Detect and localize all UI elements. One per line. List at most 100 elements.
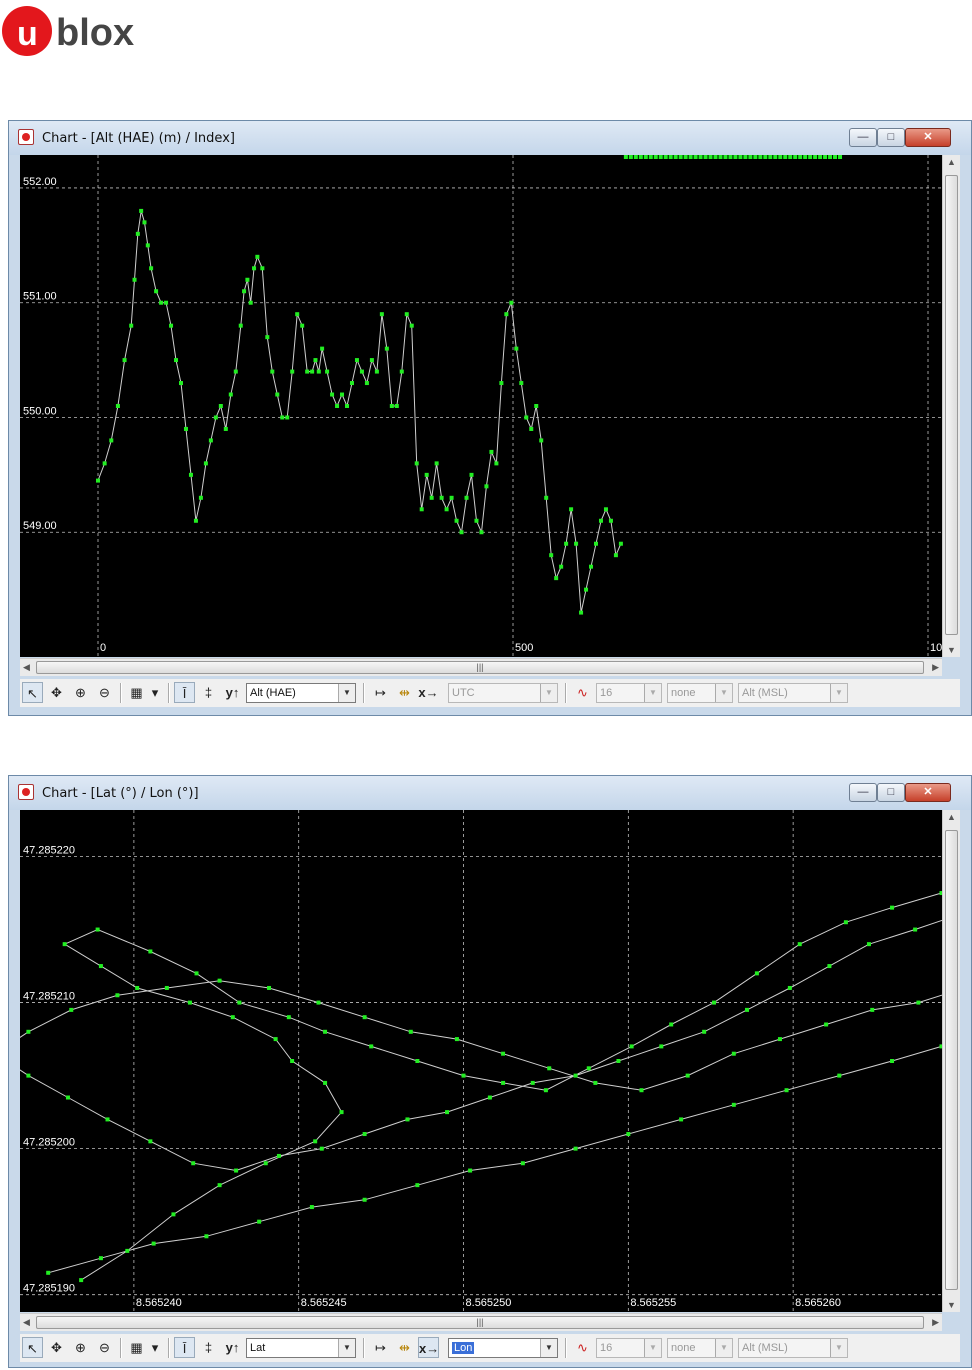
data-point [504,312,509,317]
zoom-out-icon[interactable]: ⊖ [94,682,115,703]
data-point [340,392,345,397]
data-point [339,1110,344,1115]
scroll-thumb[interactable] [945,175,958,635]
data-point [305,369,310,374]
scroll-thumb[interactable]: ||| [36,661,924,674]
pointer-icon[interactable]: ↖ [22,1337,43,1358]
scroll-down-icon[interactable]: ▼ [947,645,956,655]
maximize-button[interactable]: □ [877,783,905,802]
chevron-down-icon[interactable]: ▾ [148,682,162,703]
y-axis-icon[interactable]: y↑ [222,682,243,703]
app-icon[interactable] [18,784,34,800]
x-scale-icon[interactable]: ↦ [370,682,391,703]
close-button[interactable]: ✕ [905,128,951,147]
chevron-down-icon[interactable]: ▾ [148,1337,162,1358]
data-point [409,323,414,328]
vertical-scrollbar[interactable]: ▲ ▼ [942,155,960,657]
points-select[interactable]: 16 ▼ [596,683,662,703]
second-channel-select[interactable]: Alt (MSL) ▼ [738,1338,848,1358]
x-marker-icon[interactable]: ⇹ [394,1337,415,1358]
dropdown-arrow-icon[interactable]: ▼ [338,684,355,702]
y-channel-select[interactable]: Lat ▼ [246,1338,356,1358]
data-point [449,495,454,500]
y-marker-icon[interactable]: ‡ [198,682,219,703]
data-point [183,426,188,431]
chart-plot-area[interactable]: 552.00 551.00 550.00 549.00 0 500 1000 [20,155,942,657]
data-point [890,1059,895,1063]
y-channel-select[interactable]: Alt (HAE) ▼ [246,683,356,703]
y-axis-icon[interactable]: y↑ [222,1337,243,1358]
x-marker-icon[interactable]: ⇹ [394,682,415,703]
points-select[interactable]: 16 ▼ [596,1338,662,1358]
minimize-button[interactable]: — [849,783,877,802]
pan-icon[interactable]: ✥ [46,682,67,703]
dropdown-arrow-icon[interactable]: ▼ [715,1339,732,1357]
vertical-scrollbar[interactable]: ▲ ▼ [942,810,960,1312]
dropdown-arrow-icon[interactable]: ▼ [644,684,661,702]
dropdown-arrow-icon[interactable]: ▼ [338,1339,355,1357]
data-point [405,1117,410,1122]
data-point [429,495,434,500]
x-scale-icon[interactable]: ↦ [370,1337,391,1358]
x-axis-icon[interactable]: x→ [418,1337,439,1358]
app-icon[interactable] [18,129,34,145]
x-axis-icon[interactable]: x→ [418,682,439,703]
data-point [603,507,608,512]
second-channel-select[interactable]: Alt (MSL) ▼ [738,683,848,703]
filter-select[interactable]: none ▼ [667,1338,733,1358]
data-point [275,392,280,397]
filter-select[interactable]: none ▼ [667,683,733,703]
data-point [529,426,534,431]
y-marker-icon[interactable]: ‡ [198,1337,219,1358]
data-point [233,369,238,374]
data-point [833,155,838,159]
horizontal-scrollbar[interactable]: ◀ ||| ▶ [20,1313,942,1331]
scroll-right-icon[interactable]: ▶ [932,1317,939,1328]
y-scale-icon[interactable]: Ī [174,682,195,703]
properties-icon[interactable]: ▦ [126,682,147,703]
chart-plot-area[interactable]: 47.285220 47.285210 47.285200 47.285190 8.56… [20,810,942,1312]
data-point [69,1007,74,1012]
data-point [773,155,778,159]
scroll-right-icon[interactable]: ▶ [932,662,939,673]
zoom-out-icon[interactable]: ⊖ [94,1337,115,1358]
data-point [26,1029,31,1034]
scroll-thumb[interactable] [945,830,958,1290]
dropdown-arrow-icon[interactable]: ▼ [644,1339,661,1357]
autoscale-icon[interactable]: ∿ [572,1337,593,1358]
horizontal-scrollbar[interactable]: ◀ ||| ▶ [20,658,942,676]
dropdown-arrow-icon[interactable]: ▼ [715,684,732,702]
autoscale-icon[interactable]: ∿ [572,682,593,703]
close-button[interactable]: ✕ [905,783,951,802]
scroll-down-icon[interactable]: ▼ [947,1300,956,1310]
data-point [228,392,233,397]
title-bar[interactable]: Chart - [Lat (°) / Lon (°)] — □ ✕ [9,776,971,810]
zoom-in-icon[interactable]: ⊕ [70,1337,91,1358]
pan-icon[interactable]: ✥ [46,1337,67,1358]
ublox-logo: u blox [2,6,134,56]
x-channel-select[interactable]: Lon ▼ [448,1338,558,1358]
data-point [102,461,107,466]
properties-icon[interactable]: ▦ [126,1337,147,1358]
data-point [743,155,748,159]
pointer-icon[interactable]: ↖ [22,682,43,703]
minimize-button[interactable]: — [849,128,877,147]
dropdown-arrow-icon[interactable]: ▼ [830,1339,847,1357]
data-point [564,541,569,546]
scroll-left-icon[interactable]: ◀ [23,662,30,673]
maximize-button[interactable]: □ [877,128,905,147]
title-bar[interactable]: Chart - [Alt (HAE) (m) / Index] — □ ✕ [9,121,971,155]
data-point [285,415,290,420]
x-channel-select[interactable]: UTC ▼ [448,683,558,703]
scroll-left-icon[interactable]: ◀ [23,1317,30,1328]
data-point [95,927,100,932]
dropdown-arrow-icon[interactable]: ▼ [830,684,847,702]
dropdown-arrow-icon[interactable]: ▼ [540,1339,557,1357]
scroll-up-icon[interactable]: ▲ [947,157,956,167]
scroll-thumb[interactable]: ||| [36,1316,924,1329]
zoom-in-icon[interactable]: ⊕ [70,682,91,703]
dropdown-arrow-icon[interactable]: ▼ [540,684,557,702]
data-point [424,472,429,477]
y-scale-icon[interactable]: Ī [174,1337,195,1358]
scroll-up-icon[interactable]: ▲ [947,812,956,822]
